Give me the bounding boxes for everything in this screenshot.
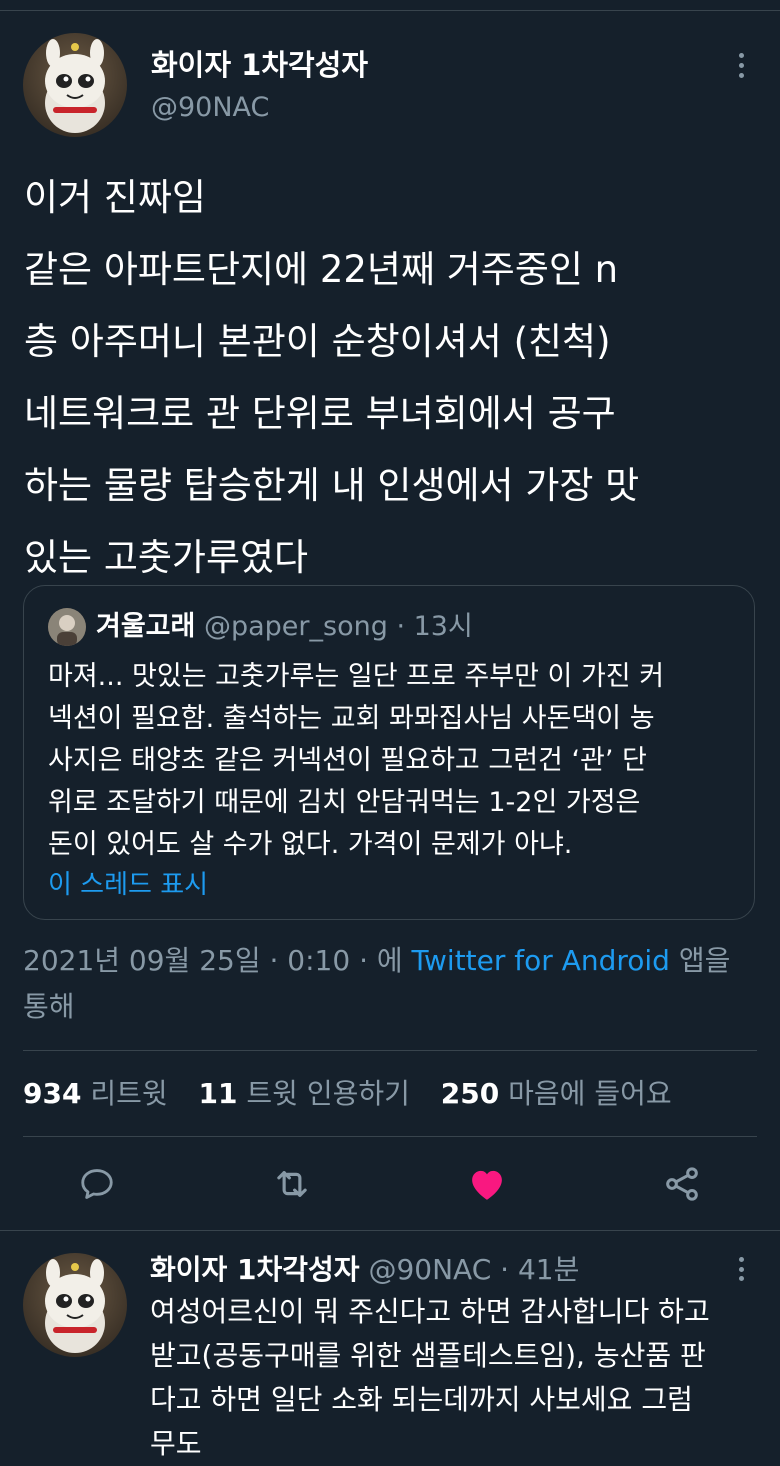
reply-icon [81,1169,113,1199]
tweet-stats: 934 리트윗 11 트윗 인용하기 250 마음에 들어요 [23,1072,672,1112]
retweet-button[interactable] [270,1162,314,1206]
tweet-divider [0,1230,780,1231]
reply-text-line: 무도 [150,1427,202,1460]
reply-text-line: 다고 하면 일단 소화 되는데까지 사보세요 그럼 [150,1383,693,1416]
quoted-timestamp: 13시 [413,611,473,642]
separator-dot: · [500,1253,510,1286]
likes-label: 마음에 들어요 [508,1077,672,1110]
tweet-meta: 2021년 09월 25일 · 0:10 · 에 Twitter for And… [23,938,763,1030]
quoted-text-line: 마져... 맛있는 고춧가루는 일단 프로 주부만 이 가진 커 [48,661,665,692]
reply-text-line: 받고(공동구매를 위한 샘플테스트임), 농산품 판 [150,1339,706,1372]
tweet-text-line: 네트워크로 관 단위로 부녀회에서 공구 [24,392,616,435]
tweet-source-link[interactable]: Twitter for Android [412,944,670,977]
tweet-text-line: 있는 고춧가루였다 [24,536,309,579]
tweet-text-line: 같은 아파트단지에 22년째 거주중인 n [24,248,619,291]
top-divider [0,0,780,11]
quoted-text-line: 사지은 태양초 같은 커넥션이 필요하고 그런건 ‘관’ 단 [48,745,647,776]
quotes-label: 트윗 인용하기 [246,1077,410,1110]
tweet-text-line: 층 아주머니 본관이 순창이셔서 (친척) [24,320,611,363]
display-name[interactable]: 화이자 1차각성자 [151,42,368,84]
user-handle[interactable]: @90NAC [151,92,269,123]
tweet-text: 이거 진짜임 같은 아파트단지에 22년째 거주중인 n 층 아주머니 본관이 … [24,162,764,594]
quoted-tweet-card[interactable]: 겨울고래 @paper_song · 13시 마져... 맛있는 고춧가루는 일… [23,585,755,920]
retweets-label: 리트윗 [90,1077,168,1110]
retweets-count: 934 [23,1077,82,1110]
divider [23,1136,757,1137]
tweet-text-line: 하는 물량 탑승한게 내 인생에서 가장 맛 [24,464,640,507]
more-options-icon[interactable] [736,53,746,78]
tweet-datetime: 2021년 09월 25일 · 0:10 · 에 [23,944,403,977]
quoted-handle: @paper_song [203,611,388,642]
divider [23,1050,757,1051]
display-name[interactable]: 화이자 1차각성자 [150,1253,360,1286]
user-handle[interactable]: @90NAC [368,1253,491,1286]
separator-dot: · [396,611,406,642]
likes-count: 250 [440,1077,500,1110]
quoted-text-line: 위로 조달하기 때문에 김치 안담궈먹는 1-2인 가정은 [48,787,641,818]
avatar-mascot-image [45,39,105,133]
tweet-timestamp[interactable]: 41분 [518,1253,579,1286]
quoted-text-line: 돈이 있어도 살 수가 없다. 가격이 문제가 아냐. [48,829,573,860]
reply-text-line: 여성어르신이 뭐 주신다고 하면 감사합니다 하고 [150,1295,710,1328]
quoted-avatar-image [48,608,86,646]
retweet-icon [277,1171,307,1197]
share-button[interactable] [660,1162,704,1206]
avatar[interactable] [23,33,127,137]
quoted-avatar [48,608,86,646]
avatar-mascot-image [45,1259,105,1353]
reply-button[interactable] [75,1162,119,1206]
tweet-source-suffix-2: 통해 [23,990,75,1023]
heart-icon [472,1170,502,1200]
quotes-count: 11 [198,1077,238,1110]
more-options-icon[interactable] [736,1257,746,1281]
quoted-text: 마져... 맛있는 고춧가루는 일단 프로 주부만 이 가진 커 넥션이 필요함… [48,656,738,866]
show-thread-link[interactable]: 이 스레드 표시 [48,864,208,901]
likes-stat[interactable]: 250 마음에 들어요 [441,1077,672,1110]
reply-header: 화이자 1차각성자 @90NAC · 41분 [150,1250,579,1290]
like-button[interactable] [465,1162,509,1206]
avatar[interactable] [23,1253,127,1357]
quoted-text-line: 넥션이 필요함. 출석하는 교회 뫄뫄집사님 사돈댁이 농 [48,703,655,734]
quoted-header: 겨울고래 @paper_song · 13시 [96,608,473,646]
share-icon [666,1167,698,1201]
quotes-stat[interactable]: 11 트윗 인용하기 [199,1077,410,1110]
reply-text: 여성어르신이 뭐 주신다고 하면 감사합니다 하고 받고(공동구매를 위한 샘플… [150,1290,770,1466]
tweet-source-suffix: 앱을 [678,944,731,977]
retweets-stat[interactable]: 934 리트윗 [23,1077,168,1110]
tweet-text-line: 이거 진짜임 [24,176,206,219]
quoted-display-name: 겨울고래 [96,611,196,642]
